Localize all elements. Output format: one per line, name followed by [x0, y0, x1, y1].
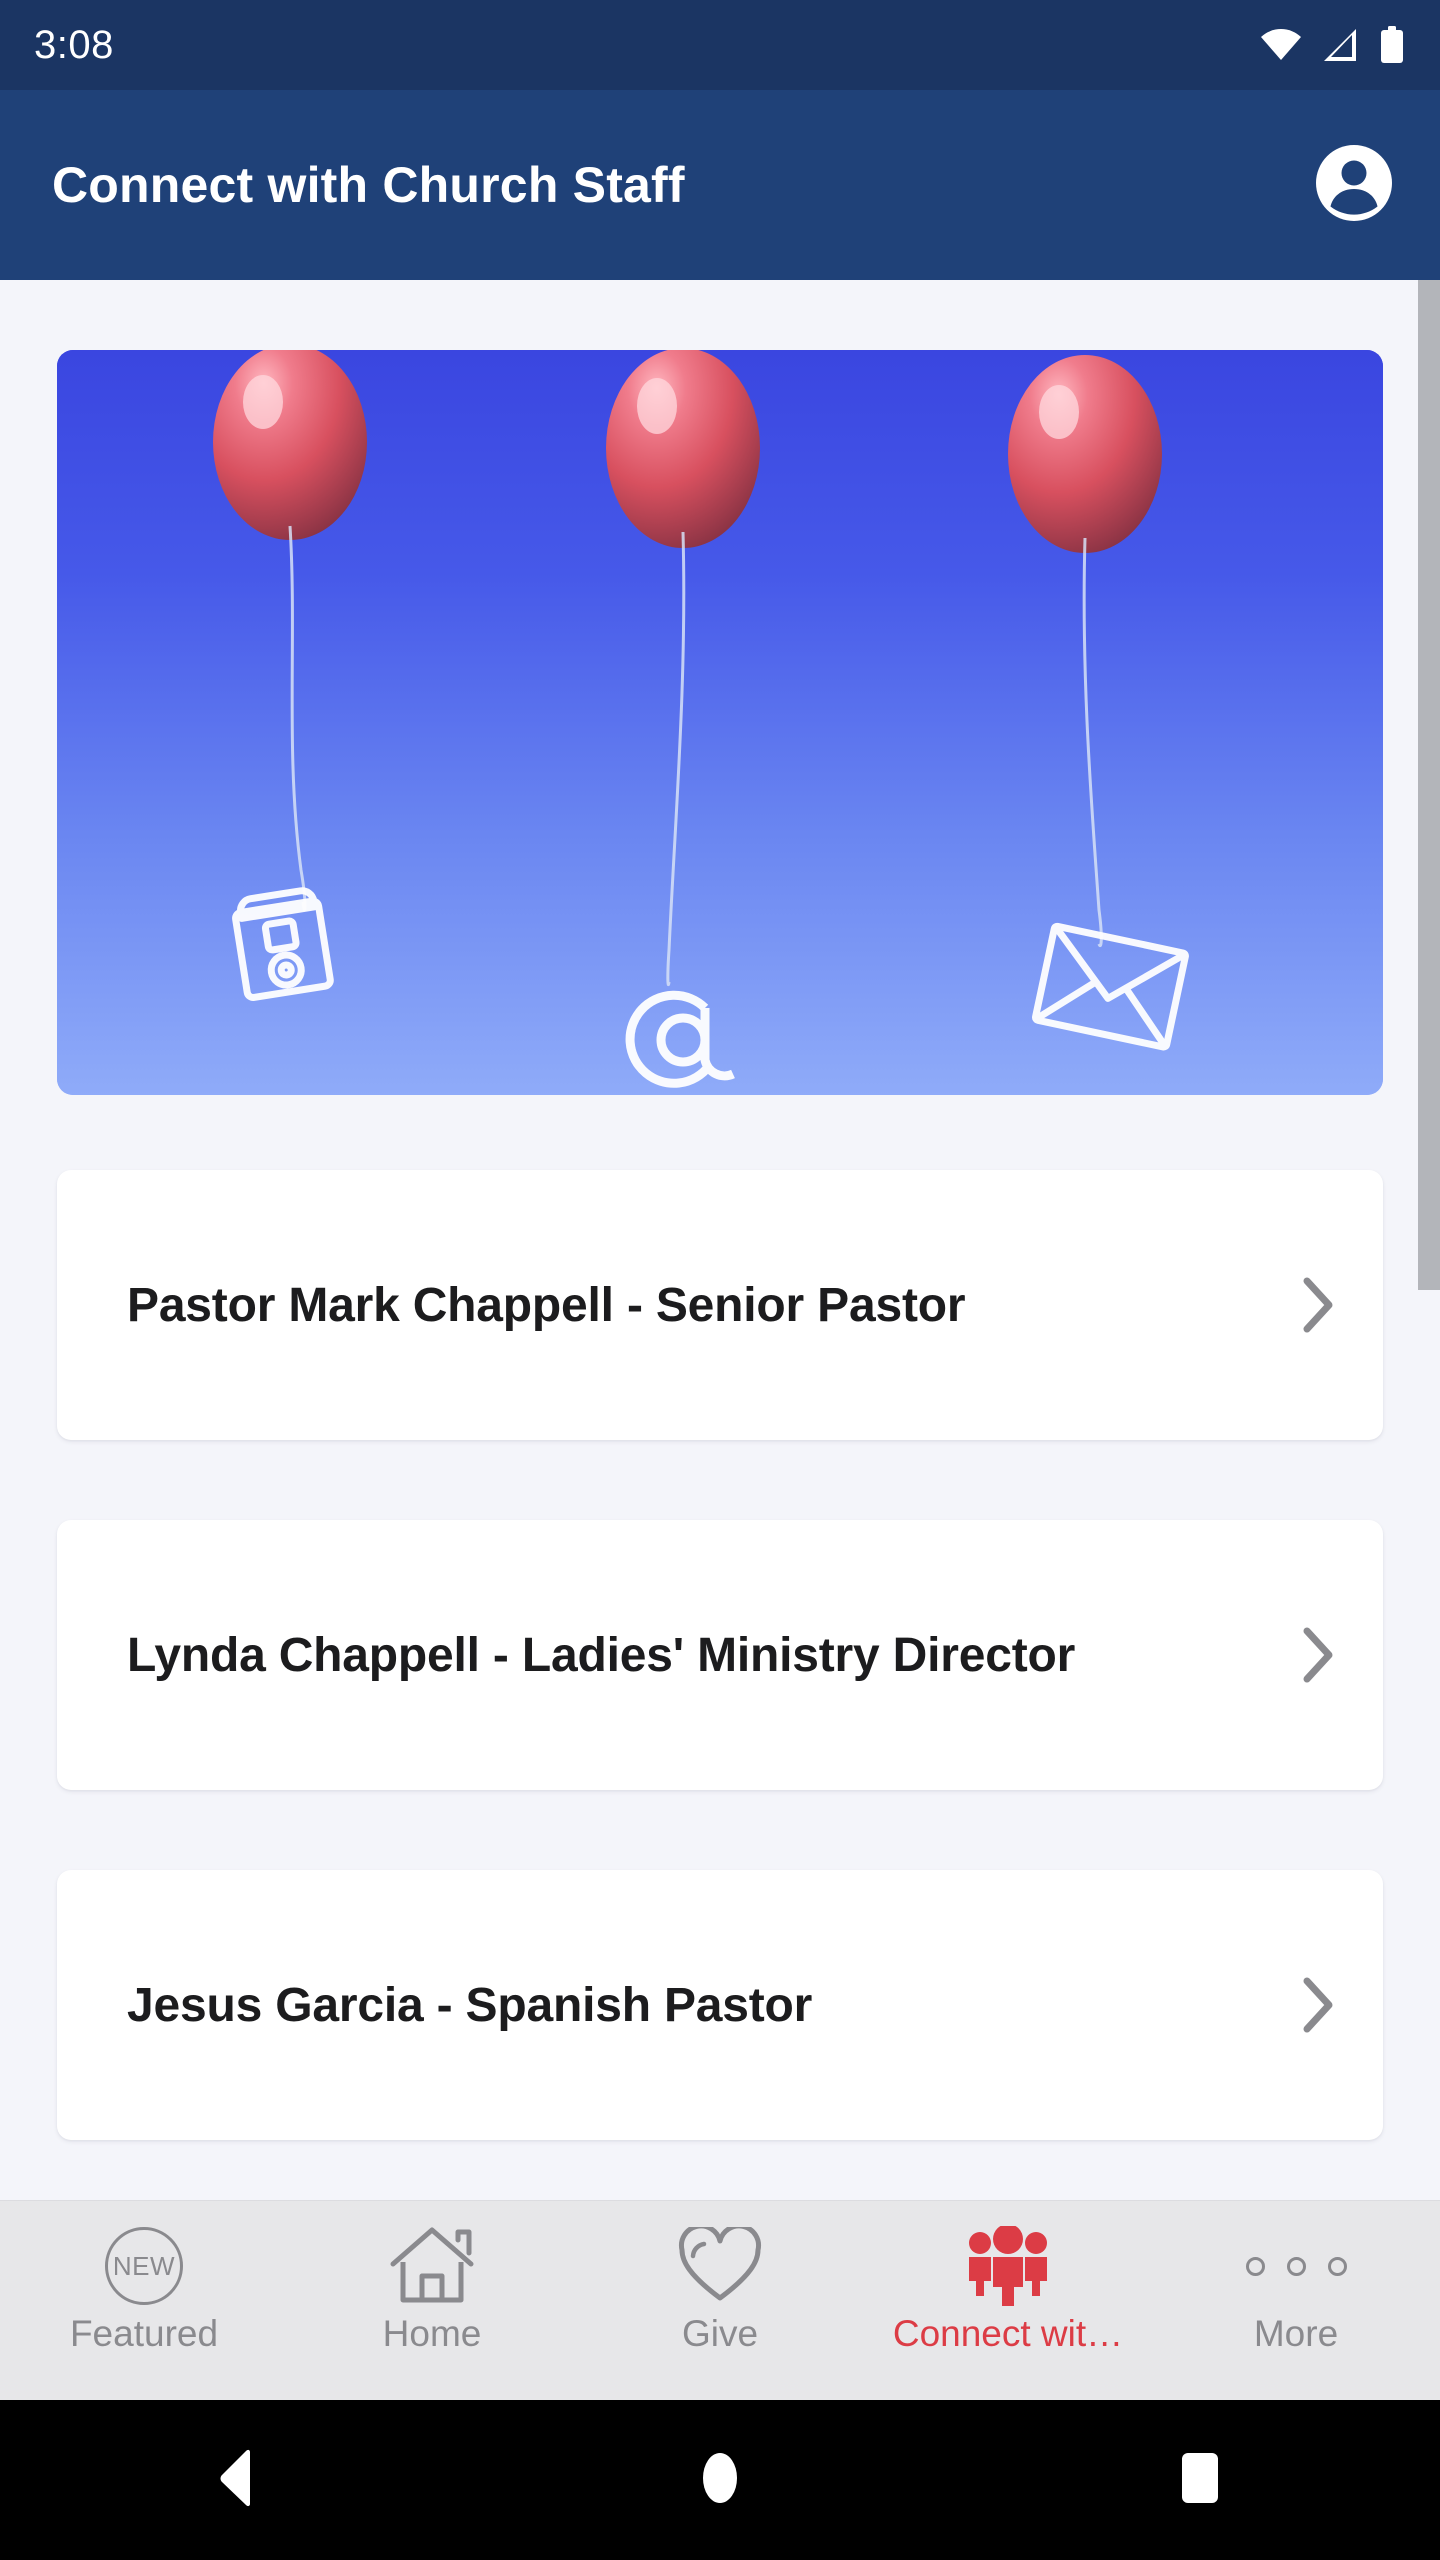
- account-button[interactable]: [1312, 143, 1396, 227]
- tab-label: More: [1253, 2315, 1339, 2352]
- three-dots-icon: [1245, 2223, 1347, 2309]
- android-navigation-bar: [0, 2400, 1440, 2560]
- page-title: Connect with Church Staff: [52, 157, 685, 213]
- hero-banner-image[interactable]: [57, 350, 1383, 1095]
- tab-label: Give: [681, 2315, 759, 2352]
- battery-icon: [1380, 26, 1404, 64]
- tab-label: Home: [382, 2315, 482, 2352]
- tab-connect-with-church-staff[interactable]: Connect wit…: [864, 2201, 1152, 2401]
- home-circle-icon[interactable]: [692, 2449, 748, 2512]
- staff-list-item[interactable]: Pastor Mark Chappell - Senior Pastor: [57, 1170, 1383, 1440]
- bottom-tab-bar: NEW Featured Home Give Connect wit… More: [0, 2200, 1440, 2400]
- scrollbar-thumb[interactable]: [1418, 280, 1440, 1290]
- status-bar: 3:08: [0, 0, 1440, 90]
- staff-name-label: Pastor Mark Chappell - Senior Pastor: [127, 1278, 966, 1332]
- scroll-content[interactable]: Pastor Mark Chappell - Senior Pastor Lyn…: [0, 280, 1440, 2200]
- heart-icon: [677, 2223, 763, 2309]
- recents-square-icon[interactable]: [1172, 2449, 1228, 2512]
- tab-more[interactable]: More: [1152, 2201, 1440, 2401]
- chevron-right-icon: [1295, 1625, 1339, 1685]
- account-circle-icon: [1315, 144, 1393, 227]
- app-bar: Connect with Church Staff: [0, 90, 1440, 280]
- tab-label: Featured: [69, 2315, 219, 2352]
- back-triangle-icon[interactable]: [212, 2449, 268, 2512]
- tab-home[interactable]: Home: [288, 2201, 576, 2401]
- scrollbar-track[interactable]: [1418, 280, 1440, 2200]
- wifi-icon: [1260, 29, 1302, 61]
- staff-name-label: Lynda Chappell - Ladies' Ministry Direct…: [127, 1628, 1076, 1682]
- dot-icon: [1327, 2256, 1347, 2276]
- dot-icon: [1245, 2256, 1265, 2276]
- staff-name-label: Jesus Garcia - Spanish Pastor: [127, 1978, 813, 2032]
- tab-featured[interactable]: NEW Featured: [0, 2201, 288, 2401]
- chevron-right-icon: [1295, 1975, 1339, 2035]
- tab-label: Connect wit…: [892, 2315, 1124, 2352]
- new-badge-text: NEW: [112, 2250, 176, 2281]
- staff-list-item[interactable]: Lynda Chappell - Ladies' Ministry Direct…: [57, 1520, 1383, 1790]
- tab-give[interactable]: Give: [576, 2201, 864, 2401]
- people-group-icon: [962, 2223, 1054, 2309]
- new-badge-icon: NEW: [105, 2223, 183, 2309]
- status-time: 3:08: [34, 23, 114, 67]
- home-icon: [389, 2223, 475, 2309]
- balloons-illustration: [57, 350, 1383, 1095]
- status-bar-icons: [1260, 26, 1404, 64]
- phone-screen: 3:08 Connect with Church Staff Pastor Ma…: [0, 0, 1440, 2560]
- chevron-right-icon: [1295, 1275, 1339, 1335]
- staff-list-item[interactable]: Jesus Garcia - Spanish Pastor: [57, 1870, 1383, 2140]
- cellular-signal-icon: [1322, 28, 1360, 62]
- dot-icon: [1286, 2256, 1306, 2276]
